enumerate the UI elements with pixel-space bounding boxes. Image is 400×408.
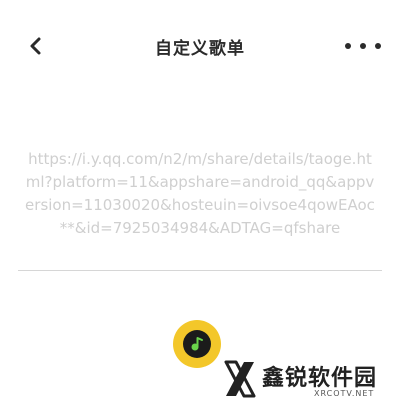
music-fab-button[interactable]: [173, 320, 221, 368]
playlist-url-text: https://i.y.qq.com/n2/m/share/details/ta…: [25, 150, 375, 237]
watermark-text: 鑫锐软件园: [262, 366, 378, 391]
more-dot: [345, 43, 351, 49]
watermark: 鑫锐软件园 XRCOTV.NET: [222, 356, 397, 406]
more-button[interactable]: [345, 34, 381, 58]
custom-playlist-screen: 自定义歌单 https://i.y.qq.com/n2/m/share/deta…: [0, 0, 400, 408]
watermark-site: XRCOTV.NET: [314, 389, 375, 398]
more-dot: [360, 43, 366, 49]
watermark-logo-icon: [224, 360, 256, 398]
nav-bar: 自定义歌单: [0, 0, 400, 96]
more-dot: [375, 43, 381, 49]
music-note-icon: [183, 330, 211, 358]
playlist-url-input[interactable]: https://i.y.qq.com/n2/m/share/details/ta…: [18, 140, 382, 271]
page-title: 自定义歌单: [155, 39, 245, 59]
